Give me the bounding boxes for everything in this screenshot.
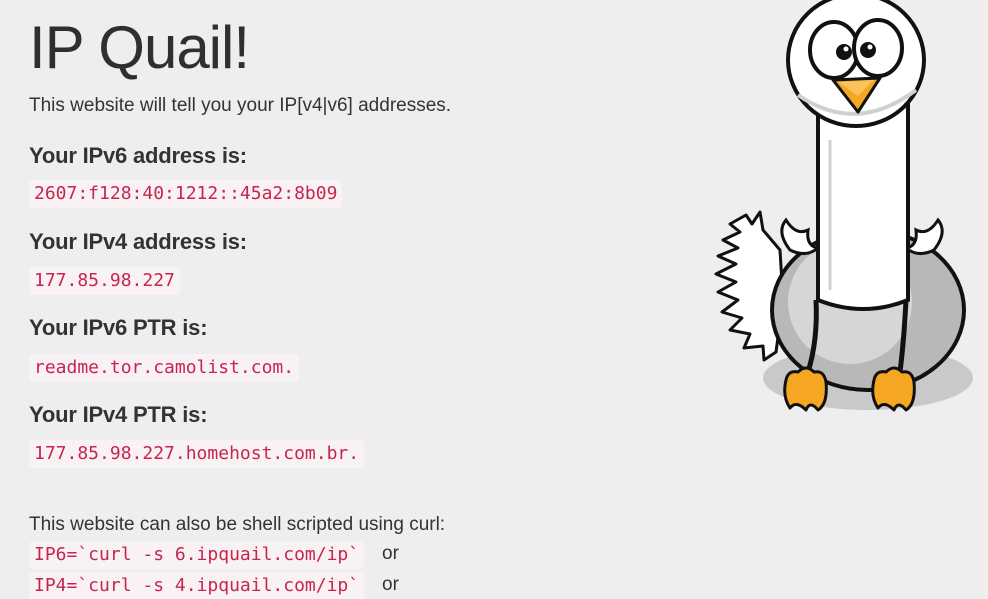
shell-intro: This website can also be shell scripted …	[29, 514, 446, 535]
ipv6-address-heading: Your IPv6 address is:	[29, 143, 247, 168]
ipv4-ptr-heading: Your IPv4 PTR is:	[29, 402, 208, 427]
curl-ipv4-command: IP4=`curl -s 4.ipquail.com/ip`	[29, 572, 365, 599]
ipv6-address-value: 2607:f128:40:1212::45a2:8b09	[29, 180, 343, 208]
ipv6-ptr-heading: Your IPv6 PTR is:	[29, 315, 208, 340]
or-text: or	[382, 574, 399, 595]
quail-mascot-icon	[714, 0, 973, 412]
ipv6-ptr-value: readme.tor.camolist.com.	[29, 354, 300, 382]
page-lead: This website will tell you your IP[v4|v6…	[29, 95, 452, 116]
ipv4-ptr-value: 177.85.98.227.homehost.com.br.	[29, 440, 365, 468]
ipv4-address-heading: Your IPv4 address is:	[29, 229, 247, 254]
ipv4-address-value: 177.85.98.227	[29, 267, 180, 295]
or-text: or	[382, 543, 399, 564]
curl-ipv6-command: IP6=`curl -s 6.ipquail.com/ip`	[29, 541, 365, 569]
page-title: IP Quail!	[29, 14, 250, 81]
